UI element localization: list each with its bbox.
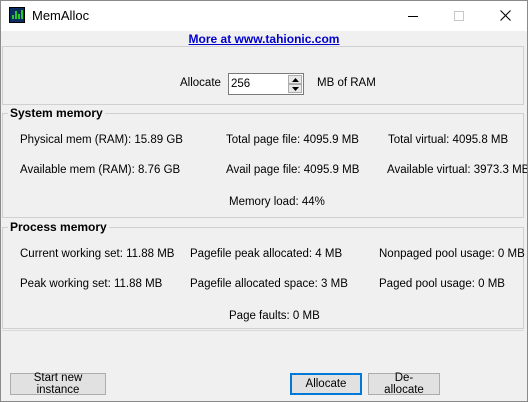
allocate-unit-label: MB of RAM <box>317 77 376 89</box>
deallocate-button[interactable]: De-allocate <box>368 372 440 396</box>
allocate-label: Allocate <box>180 77 221 89</box>
minimize-button[interactable] <box>390 0 436 31</box>
allocate-button[interactable]: Allocate <box>290 373 362 395</box>
avail-page-file-text: Avail page file: 4095.9 MB <box>226 164 360 176</box>
spin-up-arrow-icon <box>291 77 299 82</box>
divider <box>2 330 524 331</box>
physical-mem-text: Physical mem (RAM): 15.89 GB <box>20 134 183 146</box>
minimize-icon <box>408 15 418 17</box>
total-page-file-text: Total page file: 4095.9 MB <box>226 134 359 146</box>
page-faults-text: Page faults: 0 MB <box>229 310 320 322</box>
pagefile-peak-text: Pagefile peak allocated: 4 MB <box>190 248 343 260</box>
spin-up-button[interactable] <box>288 75 302 84</box>
close-icon <box>499 10 511 21</box>
maximize-button <box>436 0 482 31</box>
window-title: MemAlloc <box>32 8 90 23</box>
spin-down-button[interactable] <box>288 84 302 93</box>
system-memory-title: System memory <box>8 106 105 120</box>
spin-down-arrow-icon <box>291 86 299 91</box>
available-virtual-text: Available virtual: 3973.3 MB <box>387 164 528 176</box>
pagefile-allocated-text: Pagefile allocated space: 3 MB <box>190 278 348 290</box>
start-new-instance-button[interactable]: Start new instance <box>10 372 106 396</box>
title-bar[interactable]: MemAlloc <box>0 0 528 31</box>
website-link[interactable]: More at www.tahionic.com <box>0 32 528 46</box>
total-virtual-text: Total virtual: 4095.8 MB <box>388 134 509 146</box>
nonpaged-pool-text: Nonpaged pool usage: 0 MB <box>379 248 525 260</box>
allocate-spinbox[interactable] <box>228 73 304 95</box>
available-mem-text: Available mem (RAM): 8.76 GB <box>20 164 181 176</box>
process-memory-title: Process memory <box>8 220 109 234</box>
maximize-icon <box>454 10 464 21</box>
allocate-amount-input[interactable] <box>231 76 287 92</box>
close-button[interactable] <box>482 0 528 31</box>
memory-load-text: Memory load: 44% <box>229 196 325 208</box>
paged-pool-text: Paged pool usage: 0 MB <box>379 278 505 290</box>
app-icon <box>9 7 25 23</box>
current-working-set-text: Current working set: 11.88 MB <box>20 248 175 260</box>
peak-working-set-text: Peak working set: 11.88 MB <box>20 278 163 290</box>
